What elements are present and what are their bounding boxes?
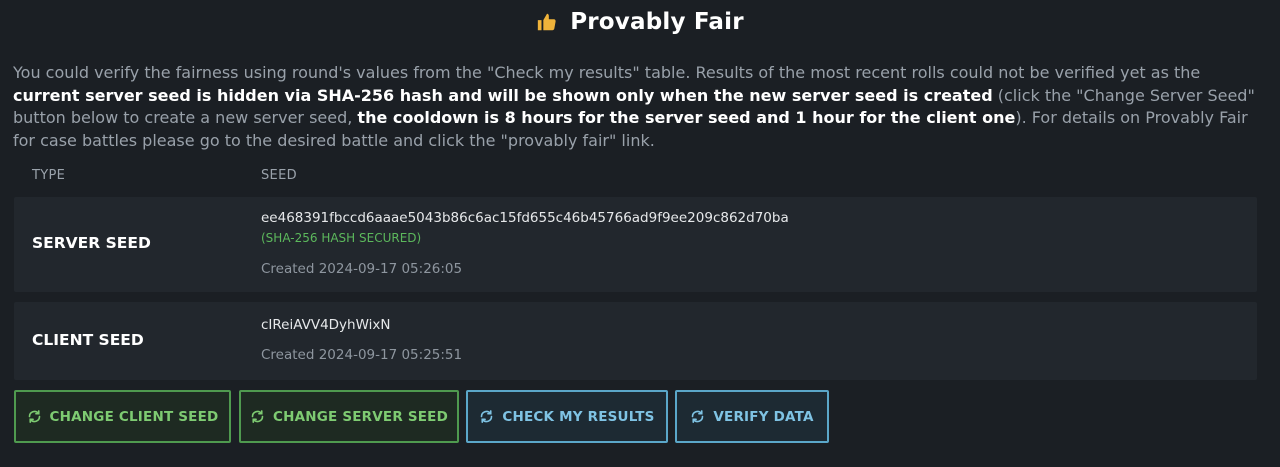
server-seed-created: Created 2024-09-17 05:26:05 bbox=[261, 261, 463, 277]
intro-text-part1: You could verify the fairness using roun… bbox=[13, 63, 1201, 82]
verify-data-button[interactable]: VERIFY DATA bbox=[675, 390, 829, 443]
client-seed-value: cIReiAVV4DyhWixN bbox=[261, 317, 391, 333]
intro-text: You could verify the fairness using roun… bbox=[13, 62, 1263, 152]
column-header-type: TYPE bbox=[32, 168, 66, 183]
page-title: Provably Fair bbox=[570, 9, 744, 35]
intro-text-bold1: current server seed is hidden via SHA-25… bbox=[13, 85, 993, 105]
verify-data-label: VERIFY DATA bbox=[713, 408, 814, 425]
check-my-results-label: CHECK MY RESULTS bbox=[502, 408, 655, 425]
intro-text-bold2: the cooldown is 8 hours for the server s… bbox=[357, 108, 1016, 127]
server-seed-secured-badge: (SHA-256 HASH SECURED) bbox=[261, 231, 422, 245]
change-client-seed-button[interactable]: CHANGE CLIENT SEED bbox=[14, 390, 231, 443]
change-client-seed-label: CHANGE CLIENT SEED bbox=[49, 408, 219, 425]
column-header-seed: SEED bbox=[261, 168, 297, 183]
client-seed-type: CLIENT SEED bbox=[32, 331, 144, 349]
refresh-icon bbox=[481, 410, 493, 423]
client-seed-created: Created 2024-09-17 05:25:51 bbox=[261, 347, 463, 363]
refresh-icon bbox=[692, 410, 704, 423]
server-seed-row: SERVER SEED ee468391fbccd6aaae5043b86c6a… bbox=[14, 197, 1257, 292]
refresh-icon bbox=[251, 410, 264, 423]
check-my-results-button[interactable]: CHECK MY RESULTS bbox=[466, 390, 668, 443]
change-server-seed-label: CHANGE SERVER SEED bbox=[272, 408, 449, 425]
page-header: Provably Fair bbox=[0, 6, 1280, 38]
thumbs-up-icon bbox=[538, 13, 556, 31]
client-seed-row: CLIENT SEED cIReiAVV4DyhWixN Created 202… bbox=[14, 302, 1257, 380]
server-seed-type: SERVER SEED bbox=[32, 234, 151, 252]
change-server-seed-button[interactable]: CHANGE SERVER SEED bbox=[239, 390, 459, 443]
server-seed-value: ee468391fbccd6aaae5043b86c6ac15fd655c46b… bbox=[261, 210, 789, 226]
refresh-icon bbox=[28, 410, 40, 423]
